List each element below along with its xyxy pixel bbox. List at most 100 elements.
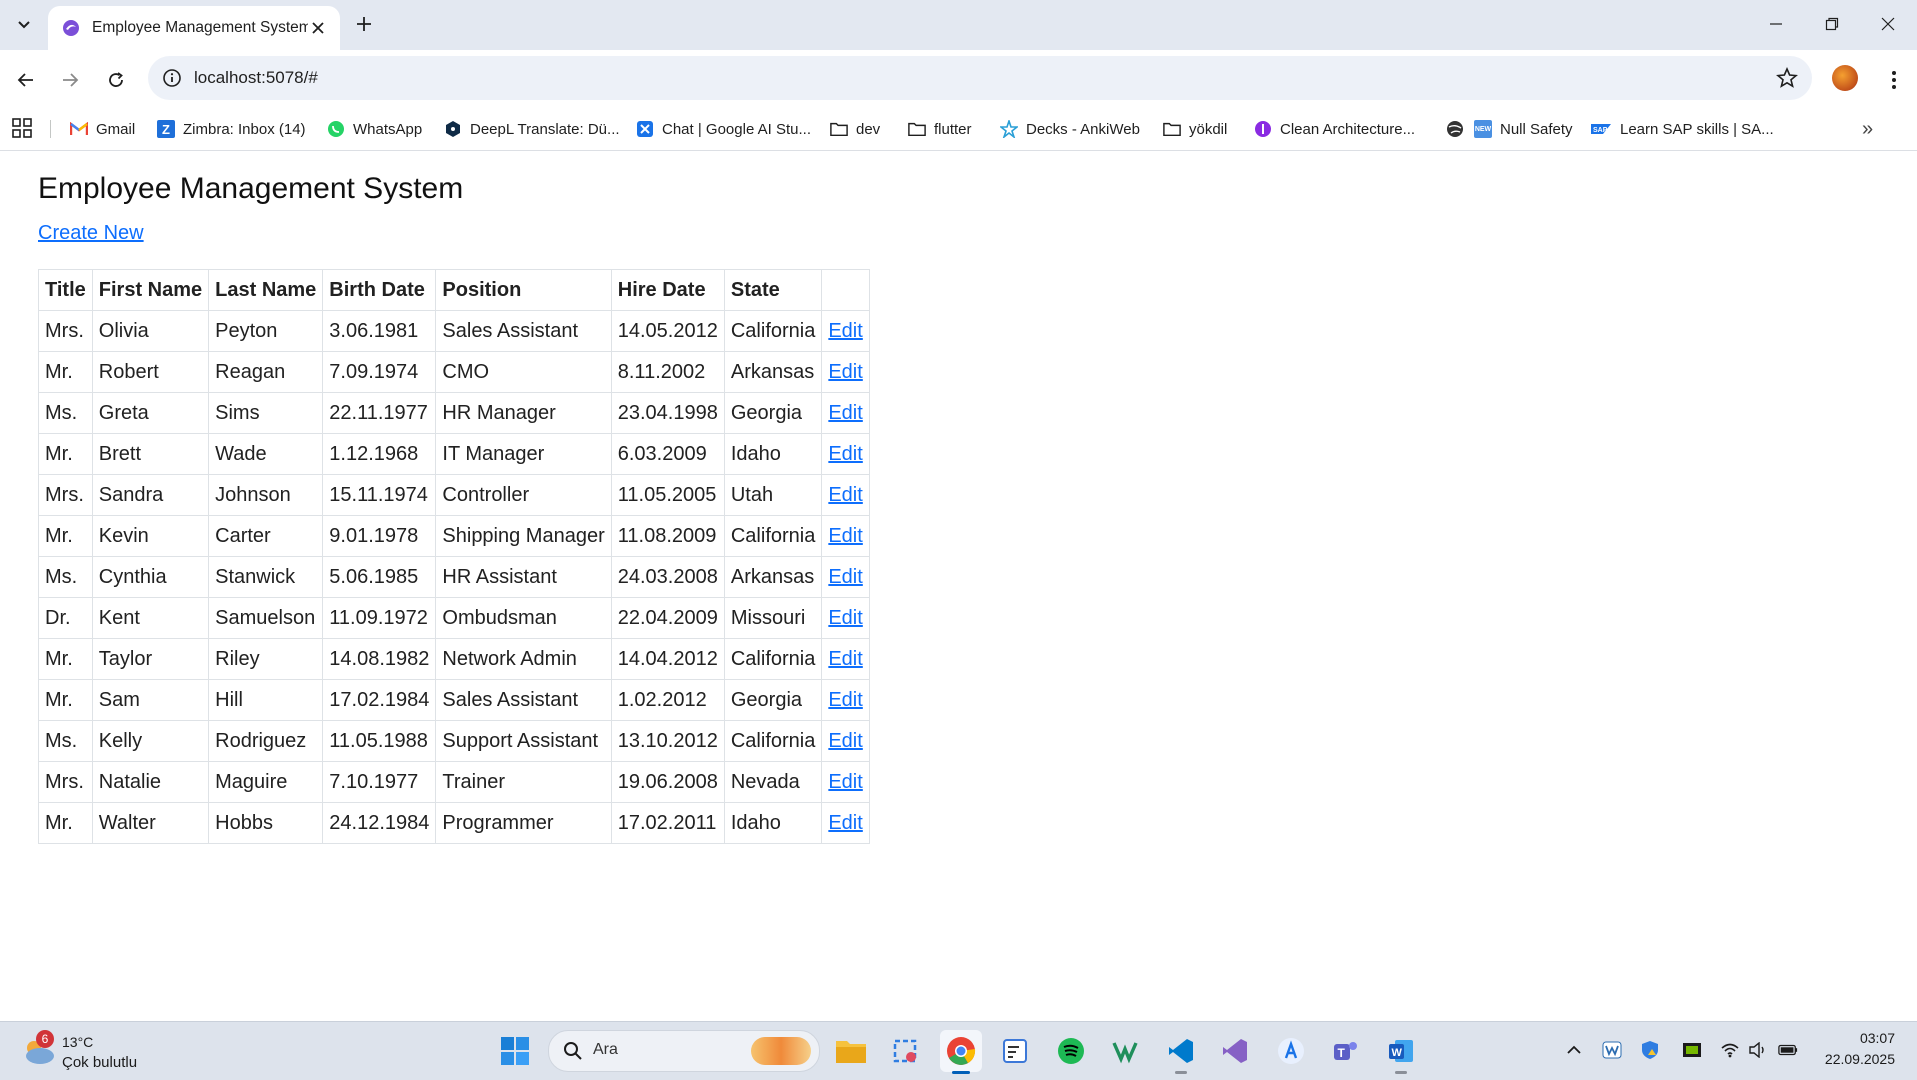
word-app[interactable]: W — [1380, 1030, 1422, 1074]
app-store-app[interactable] — [1270, 1030, 1312, 1072]
edit-link[interactable]: Edit — [828, 320, 862, 342]
edit-link[interactable]: Edit — [828, 812, 862, 834]
cell-state: California — [723, 638, 823, 680]
cell-title: Mrs. — [38, 761, 93, 803]
bookmark-globe[interactable] — [1446, 117, 1472, 141]
url-text[interactable]: localhost:5078/# — [194, 68, 318, 88]
cell-title: Ms. — [38, 720, 93, 762]
bookmark-deepl[interactable]: DeepL Translate: Dü... — [444, 117, 620, 141]
volume-icon[interactable] — [1748, 1040, 1768, 1060]
browser-menu-button[interactable] — [1880, 64, 1908, 96]
bookmark-label: WhatsApp — [353, 120, 423, 138]
battery-icon[interactable] — [1778, 1040, 1798, 1060]
file-explorer-app[interactable] — [830, 1030, 872, 1072]
browser-tab-active[interactable]: Employee Management System — [48, 6, 340, 50]
weather-condition: Çok bulutlu — [62, 1054, 138, 1071]
edit-link[interactable]: Edit — [828, 484, 862, 506]
cell-state: Arkansas — [723, 351, 823, 393]
column-header: State — [723, 269, 823, 311]
edit-link[interactable]: Edit — [828, 402, 862, 424]
edit-link[interactable]: Edit — [828, 525, 862, 547]
bookmarks-overflow-icon[interactable]: » — [1862, 118, 1884, 140]
bookmark-clean-architecture[interactable]: Clean Architecture... — [1254, 117, 1415, 141]
cell-title: Mrs. — [38, 310, 93, 352]
create-new-link[interactable]: Create New — [38, 222, 144, 245]
bookmark-google-ai-studio[interactable]: Chat | Google AI Stu... — [636, 117, 811, 141]
bookmark-label: Clean Architecture... — [1280, 120, 1416, 138]
nvidia-icon[interactable] — [1682, 1040, 1702, 1060]
cell-last-name: Wade — [208, 433, 324, 475]
bookmark-null-safety[interactable]: NEW Null Safety — [1474, 117, 1573, 141]
cell-actions: Edit — [821, 720, 870, 762]
notepad-app[interactable] — [994, 1030, 1036, 1072]
edit-link[interactable]: Edit — [828, 607, 862, 629]
back-button[interactable] — [10, 64, 42, 96]
bookmark-anki[interactable]: Decks - AnkiWeb — [1000, 117, 1140, 141]
cell-actions: Edit — [821, 392, 870, 434]
minimize-icon — [1770, 23, 1782, 25]
bookmark-folder-yokdil[interactable]: yökdil — [1163, 117, 1227, 141]
cell-position: HR Assistant — [435, 556, 612, 598]
zimbra-icon: Z — [157, 120, 175, 138]
cell-hire-date: 1.02.2012 — [610, 679, 725, 721]
reload-button[interactable] — [100, 64, 132, 96]
bookmark-whatsapp[interactable]: WhatsApp — [327, 117, 422, 141]
wifi-icon[interactable] — [1720, 1040, 1740, 1060]
cell-hire-date: 19.06.2008 — [610, 761, 725, 803]
tray-app-w-icon[interactable] — [1602, 1040, 1622, 1060]
security-shield-icon[interactable] — [1640, 1040, 1660, 1060]
weather-widget[interactable]: 6 13°C Çok bulutlu — [20, 1030, 220, 1074]
profile-avatar[interactable] — [1832, 65, 1858, 91]
edit-link[interactable]: Edit — [828, 361, 862, 383]
edit-link[interactable]: Edit — [828, 771, 862, 793]
visual-studio-app[interactable] — [1104, 1030, 1146, 1072]
cell-hire-date: 22.04.2009 — [610, 597, 725, 639]
edit-link[interactable]: Edit — [828, 730, 862, 752]
column-header: Position — [435, 269, 612, 311]
edit-link[interactable]: Edit — [828, 689, 862, 711]
visual-studio-ide-app[interactable] — [1214, 1030, 1256, 1072]
cell-position: Programmer — [435, 802, 612, 844]
plus-icon — [357, 17, 371, 31]
cell-first-name: Sam — [91, 679, 210, 721]
arrow-right-icon — [63, 73, 79, 87]
bookmark-folder-flutter[interactable]: flutter — [908, 117, 972, 141]
edit-link[interactable]: Edit — [828, 648, 862, 670]
taskbar-search-box[interactable]: Ara — [548, 1030, 820, 1072]
edit-link[interactable]: Edit — [828, 566, 862, 588]
close-window-button[interactable] — [1860, 0, 1916, 48]
bookmark-zimbra[interactable]: Z Zimbra: Inbox (14) — [157, 117, 306, 141]
bookmark-label: yökdil — [1189, 120, 1228, 138]
cell-state: Nevada — [723, 761, 823, 803]
edit-link[interactable]: Edit — [828, 443, 862, 465]
site-info-icon[interactable] — [162, 68, 182, 88]
minimize-button[interactable] — [1748, 0, 1804, 48]
apps-grid-icon[interactable] — [12, 118, 32, 138]
bookmark-sap[interactable]: SAP Learn SAP skills | SA... — [1590, 117, 1774, 141]
cell-state: Idaho — [723, 802, 823, 844]
new-tab-button[interactable] — [350, 10, 378, 38]
bookmark-folder-dev[interactable]: dev — [830, 117, 880, 141]
show-hidden-icons[interactable] — [1564, 1040, 1584, 1060]
cell-birth-date: 7.09.1974 — [322, 351, 437, 393]
vscode-app[interactable] — [1160, 1030, 1202, 1074]
spotify-app[interactable] — [1050, 1030, 1092, 1072]
forward-button[interactable] — [54, 64, 86, 96]
cell-actions: Edit — [821, 310, 870, 352]
restore-button[interactable] — [1804, 0, 1860, 48]
cell-position: HR Manager — [435, 392, 612, 434]
windows-start-icon[interactable] — [500, 1036, 530, 1066]
close-tab-icon[interactable] — [308, 18, 328, 38]
table-row: Mr. Sam Hill 17.02.1984 Sales Assistant 1.02.… — [38, 679, 870, 721]
cell-hire-date: 14.04.2012 — [610, 638, 725, 680]
address-bar[interactable]: localhost:5078/# — [148, 56, 1812, 100]
tab-search-button[interactable] — [8, 8, 40, 40]
snipping-tool-app[interactable] — [884, 1030, 926, 1072]
chrome-app[interactable] — [940, 1030, 982, 1074]
bookmark-star-icon[interactable] — [1776, 67, 1798, 89]
bookmark-gmail[interactable]: Gmail — [70, 117, 135, 141]
cell-first-name: Sandra — [91, 474, 210, 516]
teams-app[interactable]: T — [1324, 1030, 1366, 1072]
cell-birth-date: 1.12.1968 — [322, 433, 437, 475]
store-icon — [1278, 1038, 1304, 1064]
